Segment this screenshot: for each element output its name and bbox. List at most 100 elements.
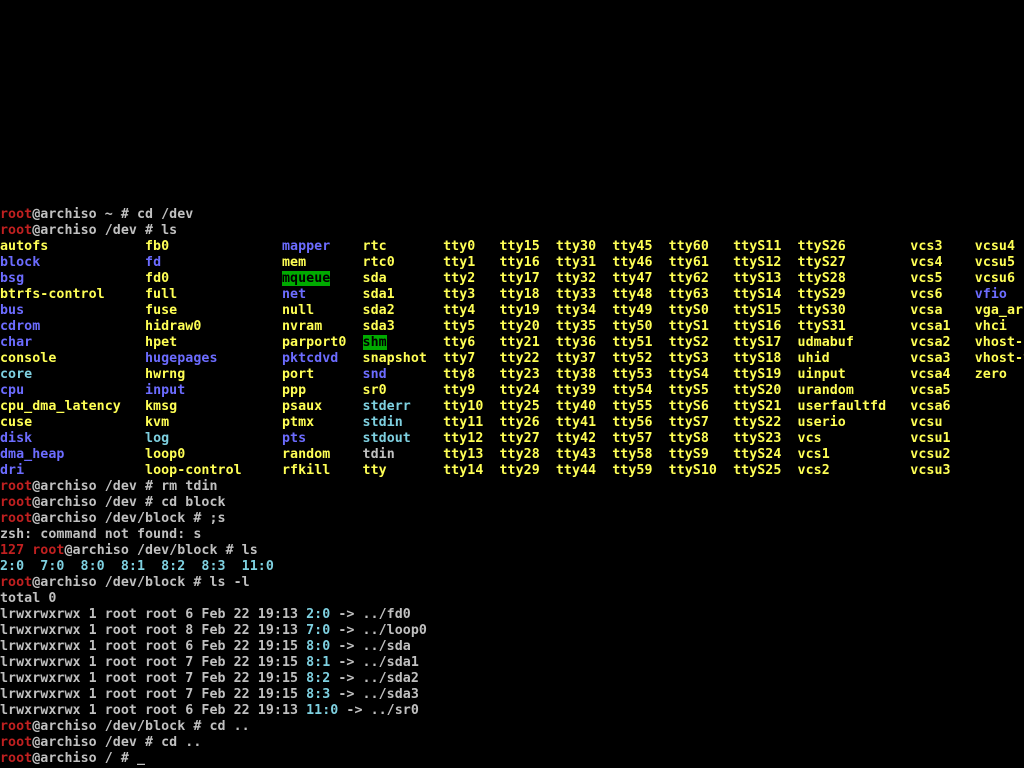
terminal-text-segment: @archiso /dev/block # ls -l: [32, 575, 250, 590]
terminal-text-segment: dri: [0, 463, 25, 478]
terminal-text-segment: zsh: command not found: s: [0, 527, 202, 542]
terminal-text-segment: nvram: [281, 319, 363, 334]
terminal-text-segment: core: [0, 367, 33, 382]
terminal-text-segment: 11:0: [306, 703, 339, 718]
terminal-text-segment: @archiso ~ # cd /dev: [32, 207, 194, 222]
terminal-text-segment: full: [145, 287, 282, 302]
terminal-line: root@archiso /dev # cd block: [0, 495, 1024, 511]
terminal-line: root@archiso /dev/block # ;s: [0, 511, 1024, 527]
terminal-line: dri loop-control rfkill tty tty14 tty29 …: [0, 463, 1024, 479]
terminal-text-segment: tty: [362, 463, 444, 478]
terminal-text-segment: tty14 tty29 tty44 tty59 ttyS10 ttyS25 vc…: [443, 463, 951, 478]
terminal-text-segment: mapper: [281, 239, 331, 254]
terminal-line: bsg fd0 mqueue sda tty2 tty17 tty32 tty4…: [0, 271, 1024, 287]
terminal-text-segment: cdrom: [0, 319, 41, 334]
terminal-text-segment: btrfs-control: [0, 287, 145, 302]
terminal-text-segment: @archiso /dev # cd block: [32, 495, 226, 510]
terminal-line: console hugepages pktcdvd snapshot tty7 …: [0, 351, 1024, 367]
terminal-text-segment: mqueue: [281, 271, 331, 286]
terminal-text-segment: ppp: [281, 383, 363, 398]
terminal-text-segment: log: [145, 431, 170, 446]
terminal-text-segment: tty8 tty23 tty38 tty53 ttyS4 ttyS19 uinp…: [443, 367, 1007, 382]
terminal-text-segment: lrwxrwxrwx 1 root root 6 Feb 22 19:13: [0, 607, 307, 622]
terminal-text-segment: dma_heap: [0, 447, 65, 462]
terminal-line: zsh: command not found: s: [0, 527, 1024, 543]
terminal-text-segment: root: [0, 735, 33, 750]
terminal-line: root@archiso /dev # rm tdin: [0, 479, 1024, 495]
terminal-line: cdrom hidraw0 nvram sda3 tty5 tty20 tty3…: [0, 319, 1024, 335]
terminal-text-segment: @archiso /dev/block # cd ..: [32, 719, 250, 734]
terminal-line: lrwxrwxrwx 1 root root 6 Feb 22 19:13 2:…: [0, 607, 1024, 623]
terminal-text-segment: tty4 tty19 tty34 tty49 ttyS0 ttyS15 ttyS…: [443, 303, 1024, 318]
terminal-text-segment: null: [281, 303, 363, 318]
terminal-text-segment: -> ../sda1: [330, 655, 419, 670]
terminal-text-segment: sda2: [362, 303, 444, 318]
terminal-line: cpu_dma_latency kmsg psaux stderr tty10 …: [0, 399, 1024, 415]
terminal-text-segment: root: [0, 479, 33, 494]
terminal-text-segment: root: [0, 719, 33, 734]
terminal-text-segment: -> ../sr0: [338, 703, 419, 718]
terminal-text-segment: lrwxrwxrwx 1 root root 7 Feb 22 19:15: [0, 671, 307, 686]
terminal-line: root@archiso /dev/block # cd ..: [0, 719, 1024, 735]
terminal-text-segment: kvm: [145, 415, 282, 430]
terminal-text-segment: tty9 tty24 tty39 tty54 ttyS5 ttyS20 uran…: [443, 383, 951, 398]
terminal-line: lrwxrwxrwx 1 root root 7 Feb 22 19:15 8:…: [0, 671, 1024, 687]
terminal-text-segment: tty5 tty20 tty35 tty50 ttyS1 ttyS16 ttyS…: [443, 319, 1007, 334]
terminal-line: 127 root@archiso /dev/block # ls: [0, 543, 1024, 559]
terminal-text-segment: @archiso /dev # cd ..: [32, 735, 202, 750]
terminal-text-segment: hwrng: [145, 367, 282, 382]
terminal-text-segment: cuse: [0, 415, 145, 430]
terminal-text-segment: loop-control: [145, 463, 282, 478]
terminal-text-segment: 8:0: [306, 639, 331, 654]
terminal-line: char hpet parport0 shm tty6 tty21 tty36 …: [0, 335, 1024, 351]
terminal-text-segment: random: [281, 447, 363, 462]
terminal-text-segment: block: [0, 255, 41, 270]
terminal-text-segment: sda1: [362, 287, 444, 302]
terminal-text-segment: @archiso /dev/block # ls: [64, 543, 258, 558]
terminal-text-segment: root: [0, 575, 33, 590]
terminal-line: cpu input ppp sr0 tty9 tty24 tty39 tty54…: [0, 383, 1024, 399]
terminal-line: 2:0 7:0 8:0 8:1 8:2 8:3 11:0: [0, 559, 1024, 575]
terminal-text-segment: tty13 tty28 tty43 tty58 ttyS9 ttyS24 vcs…: [443, 447, 951, 462]
terminal-text-segment: ptmx: [281, 415, 363, 430]
terminal-text-segment: lrwxrwxrwx 1 root root 7 Feb 22 19:15: [0, 687, 307, 702]
terminal-text-segment: loop0: [145, 447, 282, 462]
terminal-text-segment: @archiso / #: [32, 751, 137, 766]
terminal-text-segment: 8:2: [306, 671, 331, 686]
terminal-text-segment: 8:1: [306, 655, 331, 670]
terminal-text-segment: vfio: [974, 287, 1007, 302]
terminal-line: lrwxrwxrwx 1 root root 7 Feb 22 19:15 8:…: [0, 655, 1024, 671]
terminal-text-segment: pts: [281, 431, 307, 446]
terminal-text-segment: 127: [0, 543, 25, 558]
terminal-text-segment: lrwxrwxrwx 1 root root 8 Feb 22 19:13: [0, 623, 307, 638]
terminal-text-segment: tty2 tty17 tty32 tty47 tty62 ttyS13 ttyS…: [443, 271, 1016, 286]
terminal-line: lrwxrwxrwx 1 root root 8 Feb 22 19:13 7:…: [0, 623, 1024, 639]
terminal-text-segment: console: [0, 351, 145, 366]
terminal-text-segment: rfkill: [281, 463, 363, 478]
terminal-screen[interactable]: root@archiso ~ # cd /dev root@archiso /de…: [0, 0, 1024, 768]
terminal-text-segment: cpu: [0, 383, 25, 398]
terminal-text-segment: char: [0, 335, 33, 350]
terminal-text-segment: root: [0, 495, 33, 510]
terminal-line: root@archiso /dev # ls: [0, 223, 1024, 239]
terminal-text-segment: -> ../sda: [330, 639, 411, 654]
terminal-line: btrfs-control full net sda1 tty3 tty18 t…: [0, 287, 1024, 303]
terminal-line: lrwxrwxrwx 1 root root 6 Feb 22 19:13 11…: [0, 703, 1024, 719]
terminal-line: total 0: [0, 591, 1024, 607]
terminal-output: root@archiso ~ # cd /dev root@archiso /de…: [0, 207, 1024, 767]
terminal-text-segment: tty11 tty26 tty41 tty56 ttyS7 ttyS22 use…: [443, 415, 943, 430]
terminal-line: cuse kvm ptmx stdin tty11 tty26 tty41 tt…: [0, 415, 1024, 431]
terminal-text-segment: disk: [0, 431, 33, 446]
